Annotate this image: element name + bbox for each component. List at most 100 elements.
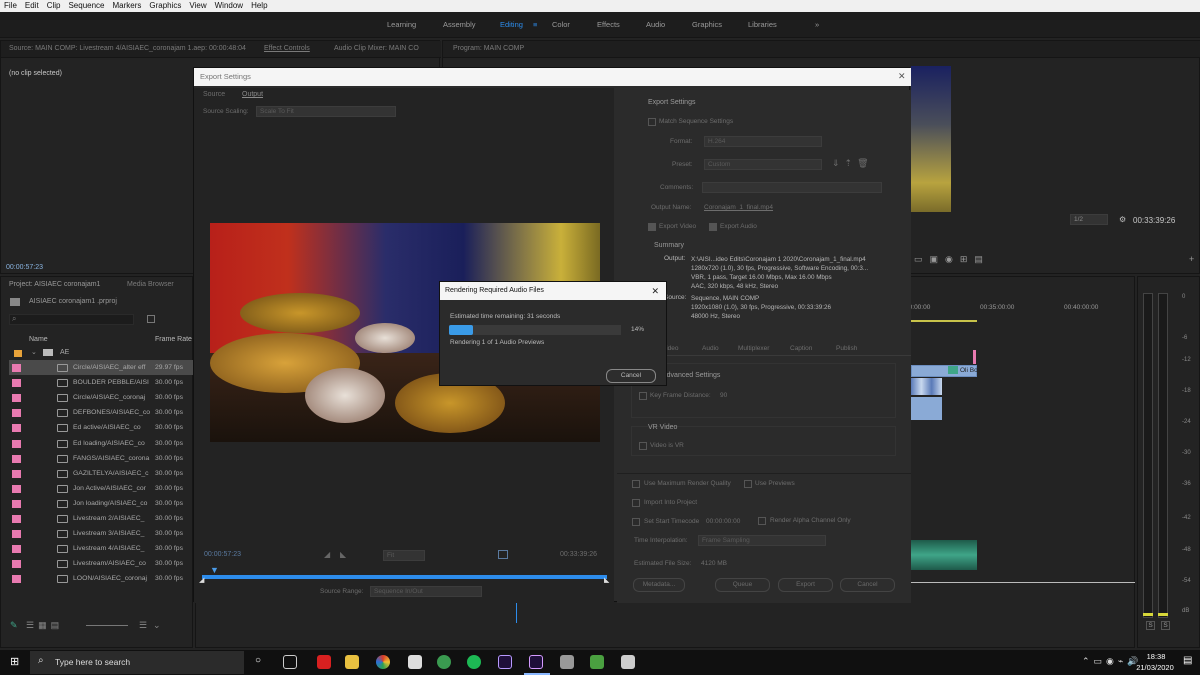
menu-clip[interactable]: Clip bbox=[43, 0, 65, 12]
list-item[interactable]: Circle/AISIAEC_alter eff 29.97 fps bbox=[9, 360, 193, 375]
mark-in-icon[interactable]: ◢ bbox=[324, 550, 330, 559]
menu-view[interactable]: View bbox=[185, 0, 210, 12]
in-point-handle[interactable]: ◢ bbox=[199, 576, 204, 584]
preset-actions-icons[interactable]: ⇓⇡🗑 bbox=[832, 158, 874, 169]
chrome-icon[interactable] bbox=[376, 655, 390, 669]
mark-out-icon[interactable]: ◣ bbox=[340, 550, 346, 559]
menu-sequence[interactable]: Sequence bbox=[64, 0, 108, 12]
list-item[interactable]: Circle/AISIAEC_coronaj 30.00 fps bbox=[9, 390, 193, 405]
cortana-icon[interactable]: ○ bbox=[255, 655, 261, 666]
list-item[interactable]: DEFBONES/AISIAEC_co 30.00 fps bbox=[9, 405, 193, 420]
after-effects-icon[interactable] bbox=[498, 655, 512, 669]
use-previews-checkbox[interactable] bbox=[744, 480, 752, 488]
transport-icons[interactable]: ▭▣◉⊞▤ bbox=[914, 254, 990, 265]
clock-time[interactable]: 18:38 bbox=[1139, 652, 1173, 661]
list-item[interactable]: Livestream 3/AISIAEC_ 30.00 fps bbox=[9, 526, 193, 541]
playhead-marker[interactable] bbox=[973, 350, 976, 364]
list-item[interactable]: Livestream 2/AISIAEC_ 30.00 fps bbox=[9, 511, 193, 526]
list-item[interactable]: Ed loading/AISIAEC_co 30.00 fps bbox=[9, 436, 193, 451]
app-icon[interactable] bbox=[437, 655, 451, 669]
tab-audio-clip-mixer[interactable]: Audio Clip Mixer: MAIN CO bbox=[334, 45, 419, 52]
app-icon[interactable] bbox=[590, 655, 604, 669]
plus-icon[interactable]: + bbox=[1189, 254, 1194, 264]
list-item[interactable]: Ed active/AISIAEC_co 30.00 fps bbox=[9, 420, 193, 435]
premiere-icon[interactable] bbox=[529, 655, 543, 669]
format-select[interactable]: H.264 bbox=[704, 136, 822, 147]
tab-audio[interactable]: Audio bbox=[702, 345, 719, 352]
program-zoom-select[interactable]: 1/2 bbox=[1070, 214, 1108, 225]
comments-input[interactable] bbox=[702, 182, 882, 193]
notification-icon[interactable]: ▤ bbox=[1183, 655, 1192, 666]
sort-icon[interactable]: ☰ bbox=[139, 620, 147, 631]
export-button[interactable]: Export bbox=[778, 578, 833, 592]
workspace-audio[interactable]: Audio bbox=[646, 20, 665, 29]
out-point-handle[interactable]: ◣ bbox=[604, 576, 609, 584]
key-frame-checkbox[interactable] bbox=[639, 392, 647, 400]
menu-window[interactable]: Window bbox=[211, 0, 247, 12]
column-frame-rate[interactable]: Frame Rate bbox=[155, 336, 192, 343]
cancel-export-button[interactable]: Cancel bbox=[840, 578, 895, 592]
timeline-clip-strip[interactable] bbox=[911, 378, 942, 395]
zoom-slider[interactable] bbox=[86, 625, 128, 626]
tab-program[interactable]: Program: MAIN COMP bbox=[453, 45, 524, 52]
fit-select[interactable]: Fit bbox=[383, 550, 425, 561]
close-icon[interactable]: ✕ bbox=[898, 71, 906, 82]
menu-markers[interactable]: Markers bbox=[109, 0, 146, 12]
key-frame-value[interactable]: 90 bbox=[720, 392, 727, 399]
list-item[interactable]: Livestream 4/AISIAEC_ 30.00 fps bbox=[9, 541, 193, 556]
list-item[interactable]: BOULDER PEBBLE/AISI 30.00 fps bbox=[9, 375, 193, 390]
workspace-more-button[interactable]: » bbox=[815, 20, 819, 29]
column-name[interactable]: Name bbox=[29, 336, 48, 343]
preset-select[interactable]: Custom bbox=[704, 159, 822, 170]
list-item[interactable]: Jon Active/AISIAEC_cor 30.00 fps bbox=[9, 481, 193, 496]
work-area-bar[interactable] bbox=[911, 320, 977, 322]
solo-left-button[interactable]: S bbox=[1146, 621, 1155, 630]
workspace-menu-icon[interactable]: ≡ bbox=[533, 20, 537, 29]
workspace-graphics[interactable]: Graphics bbox=[692, 20, 722, 29]
chevron-down-icon[interactable]: ⌄ bbox=[153, 620, 161, 631]
new-bin-icon[interactable] bbox=[147, 315, 155, 323]
metadata-button[interactable]: Metadata... bbox=[633, 578, 685, 592]
spotify-icon[interactable] bbox=[467, 655, 481, 669]
tab-export-source[interactable]: Source bbox=[203, 91, 225, 98]
app-icon[interactable] bbox=[560, 655, 574, 669]
render-alpha-checkbox[interactable] bbox=[758, 517, 766, 525]
tab-media-browser[interactable]: Media Browser bbox=[127, 281, 174, 288]
menu-graphics[interactable]: Graphics bbox=[145, 0, 185, 12]
export-playhead[interactable]: ▼ bbox=[210, 565, 219, 575]
tab-effect-controls[interactable]: Effect Controls bbox=[264, 45, 310, 52]
export-timecode-left[interactable]: 00:00:57:23 bbox=[204, 551, 241, 558]
workspace-color[interactable]: Color bbox=[552, 20, 570, 29]
app-icon[interactable] bbox=[408, 655, 422, 669]
solo-right-button[interactable]: S bbox=[1161, 621, 1170, 630]
source-timecode[interactable]: 00:00:57:23 bbox=[6, 264, 43, 271]
tab-export-output[interactable]: Output bbox=[242, 91, 263, 98]
workspace-learning[interactable]: Learning bbox=[387, 20, 416, 29]
cancel-render-button[interactable]: Cancel bbox=[606, 369, 656, 383]
chevron-down-icon[interactable]: ⌄ bbox=[31, 348, 37, 356]
menu-file[interactable]: File bbox=[0, 0, 21, 12]
pencil-icon[interactable]: ✎ bbox=[10, 620, 18, 631]
file-explorer-icon[interactable] bbox=[345, 655, 359, 669]
source-range-select[interactable]: Sequence In/Out bbox=[370, 586, 482, 597]
timeline-clip-lower[interactable] bbox=[911, 397, 942, 420]
workspace-editing[interactable]: Editing bbox=[500, 20, 523, 29]
export-video-checkbox[interactable] bbox=[648, 223, 656, 231]
program-timecode[interactable]: 00:33:39:26 bbox=[1133, 216, 1175, 225]
view-mode-icons[interactable]: ☰▦▤ bbox=[26, 620, 63, 631]
workspace-libraries[interactable]: Libraries bbox=[748, 20, 777, 29]
tab-caption[interactable]: Caption bbox=[790, 345, 812, 352]
clock-date[interactable]: 21/03/2020 bbox=[1132, 663, 1178, 672]
wrench-icon[interactable]: ⚙ bbox=[1119, 215, 1126, 224]
task-view-icon[interactable] bbox=[283, 655, 297, 669]
list-item[interactable]: LOON/AISIAEC_coronaj 30.00 fps bbox=[9, 571, 193, 586]
source-scaling-select[interactable]: Scale To Fit bbox=[256, 106, 396, 117]
menu-edit[interactable]: Edit bbox=[21, 0, 43, 12]
queue-button[interactable]: Queue bbox=[715, 578, 770, 592]
import-project-checkbox[interactable] bbox=[632, 499, 640, 507]
tab-publish[interactable]: Publish bbox=[836, 345, 857, 352]
windows-start-icon[interactable]: ⊞ bbox=[10, 655, 19, 668]
list-item[interactable]: Livestream/AISIAEC_co 30.00 fps bbox=[9, 556, 193, 571]
tab-project[interactable]: Project: AISIAEC coronajam1 bbox=[9, 281, 100, 288]
list-item[interactable]: GAZILTELYA/AISIAEC_c 30.00 fps bbox=[9, 466, 193, 481]
